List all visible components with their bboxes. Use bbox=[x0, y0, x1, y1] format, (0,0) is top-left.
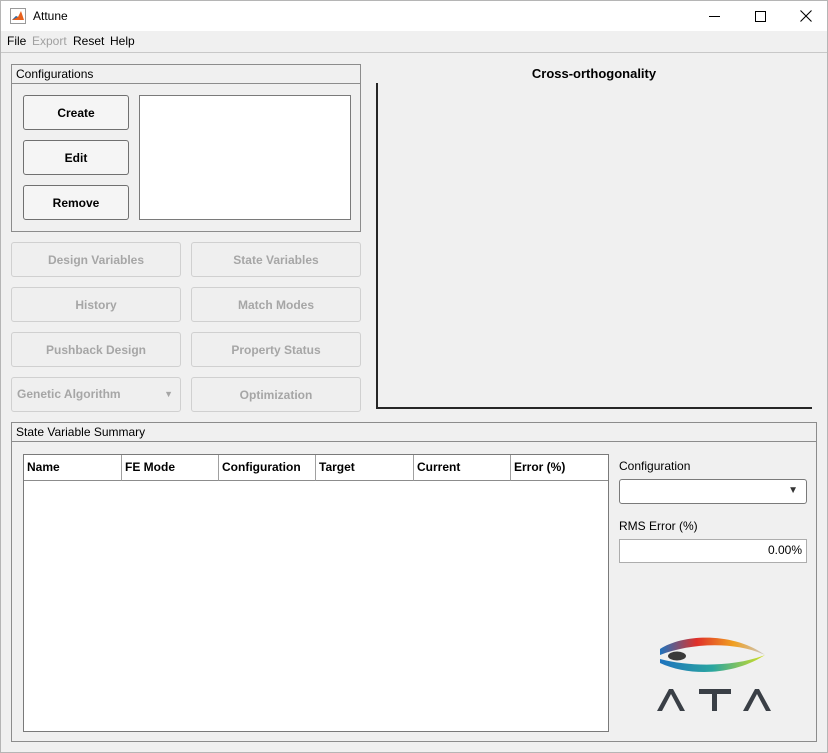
menu-help[interactable]: Help bbox=[110, 34, 135, 48]
edit-button[interactable]: Edit bbox=[23, 140, 129, 175]
configurations-panel-title: Configurations bbox=[12, 65, 360, 84]
state-variables-button: State Variables bbox=[191, 242, 361, 277]
configuration-dropdown[interactable]: ▼ bbox=[619, 479, 807, 504]
app-window: Attune File Export Reset Help Configurat… bbox=[0, 0, 828, 753]
plot-axes[interactable] bbox=[376, 83, 812, 409]
configuration-label: Configuration bbox=[619, 459, 691, 473]
window-title: Attune bbox=[33, 9, 68, 23]
menu-bar: File Export Reset Help bbox=[1, 31, 827, 53]
property-status-button: Property Status bbox=[191, 332, 361, 367]
minimize-button[interactable] bbox=[691, 1, 737, 31]
optimization-button: Optimization bbox=[191, 377, 361, 412]
ata-logo-icon bbox=[657, 637, 771, 711]
plot-title: Cross-orthogonality bbox=[531, 66, 657, 81]
chevron-down-icon: ▼ bbox=[788, 485, 798, 496]
close-button[interactable] bbox=[783, 1, 828, 31]
match-modes-button: Match Modes bbox=[191, 287, 361, 322]
state-variable-summary-panel: State Variable Summary Name FE Mode Conf… bbox=[11, 422, 817, 742]
column-header-error[interactable]: Error (%) bbox=[511, 455, 608, 481]
maximize-button[interactable] bbox=[737, 1, 783, 31]
remove-button[interactable]: Remove bbox=[23, 185, 129, 220]
configurations-panel: Configurations Create Edit Remove bbox=[11, 64, 361, 232]
rms-error-field: 0.00% bbox=[619, 539, 807, 563]
create-button[interactable]: Create bbox=[23, 95, 129, 130]
design-variables-button: Design Variables bbox=[11, 242, 181, 277]
pushback-design-button: Pushback Design bbox=[11, 332, 181, 367]
configurations-listbox[interactable] bbox=[139, 95, 351, 220]
matlab-icon bbox=[10, 8, 26, 24]
summary-panel-title: State Variable Summary bbox=[12, 423, 816, 442]
column-header-configuration[interactable]: Configuration bbox=[219, 455, 316, 481]
column-header-fe-mode[interactable]: FE Mode bbox=[122, 455, 219, 481]
menu-export: Export bbox=[32, 34, 67, 48]
rms-error-label: RMS Error (%) bbox=[619, 519, 698, 533]
history-button: History bbox=[11, 287, 181, 322]
column-header-target[interactable]: Target bbox=[316, 455, 414, 481]
state-variable-table[interactable]: Name FE Mode Configuration Target Curren… bbox=[23, 454, 609, 732]
maximize-icon bbox=[754, 10, 766, 22]
title-bar: Attune bbox=[1, 1, 827, 31]
algorithm-dropdown: Genetic Algorithm ▼ bbox=[11, 377, 181, 412]
menu-reset[interactable]: Reset bbox=[73, 34, 104, 48]
close-icon bbox=[800, 10, 812, 22]
column-header-name[interactable]: Name bbox=[24, 455, 122, 481]
minimize-icon bbox=[708, 15, 720, 17]
column-header-current[interactable]: Current bbox=[414, 455, 511, 481]
ata-logo bbox=[655, 633, 775, 715]
algorithm-dropdown-value: Genetic Algorithm bbox=[17, 387, 121, 401]
chevron-down-icon: ▼ bbox=[164, 389, 173, 399]
menu-file[interactable]: File bbox=[7, 34, 26, 48]
